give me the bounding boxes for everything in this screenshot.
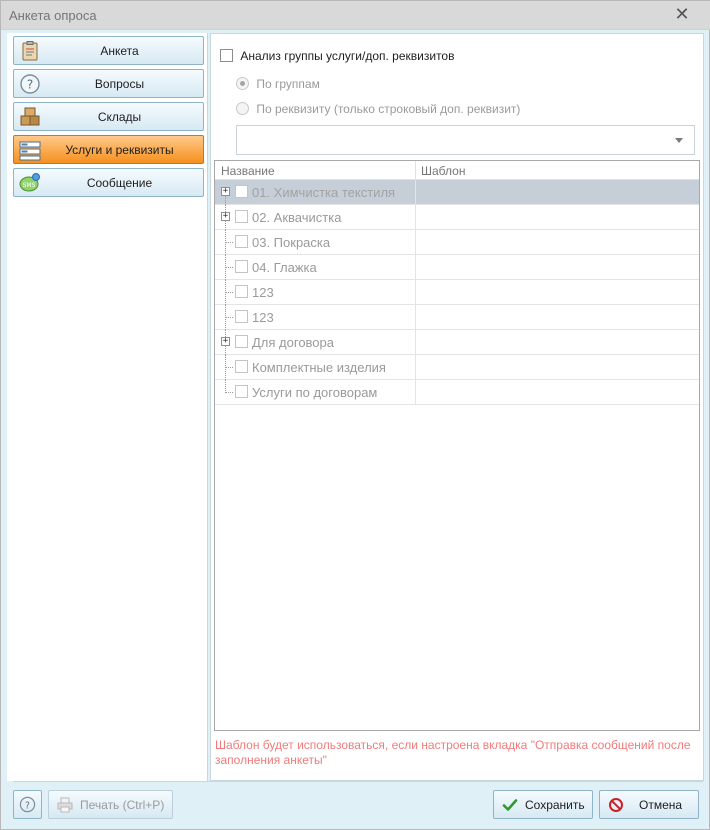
print-button[interactable]: Печать (Ctrl+P)	[48, 790, 173, 819]
survey-dialog: Анкета опроса ✕ Анкета ? Вопросы Склады …	[0, 0, 710, 830]
table-row[interactable]: + 01. Химчистка текстиля	[215, 180, 699, 205]
printer-icon	[57, 797, 73, 813]
expand-icon[interactable]: +	[221, 187, 230, 196]
row-checkbox[interactable]	[235, 285, 248, 298]
row-name: 01. Химчистка текстиля	[252, 185, 396, 200]
row-name: 02. Аквачистка	[252, 210, 342, 225]
analysis-option[interactable]: Анализ группы услуги/доп. реквизитов	[220, 48, 454, 63]
table-row[interactable]: + 02. Аквачистка	[215, 205, 699, 230]
row-name: Для договора	[252, 335, 334, 350]
table-row[interactable]: + Для договора	[215, 330, 699, 355]
svg-text:?: ?	[25, 800, 30, 811]
nav-item-services-attributes[interactable]: Услуги и реквизиты	[13, 135, 204, 164]
radio-by-groups[interactable]: По группам	[236, 76, 320, 91]
footer-divider	[13, 781, 703, 782]
cell-divider	[415, 180, 416, 205]
table-row[interactable]: 123	[215, 305, 699, 330]
table-row[interactable]: Услуги по договорам	[215, 380, 699, 405]
analysis-checkbox[interactable]	[220, 49, 233, 63]
column-divider[interactable]	[415, 161, 416, 180]
nav-item-warehouses[interactable]: Склады	[13, 102, 204, 131]
row-checkbox[interactable]	[235, 185, 248, 198]
row-checkbox[interactable]	[235, 310, 248, 323]
row-checkbox[interactable]	[235, 235, 248, 248]
cell-divider	[415, 205, 416, 230]
row-checkbox[interactable]	[235, 260, 248, 273]
row-name: 04. Глажка	[252, 260, 317, 275]
column-header-name[interactable]: Название	[221, 164, 275, 178]
svg-text:?: ?	[27, 78, 33, 92]
template-hint-note: Шаблон будет использоваться, если настро…	[215, 738, 691, 767]
cell-divider	[415, 230, 416, 255]
tree-line	[225, 292, 233, 293]
row-checkbox[interactable]	[235, 360, 248, 373]
save-label: Сохранить	[525, 798, 585, 812]
cell-divider	[415, 305, 416, 330]
table-row[interactable]: 03. Покраска	[215, 230, 699, 255]
radio-button[interactable]	[236, 77, 249, 91]
attribute-dropdown[interactable]	[236, 125, 695, 155]
radio-label: По реквизиту (только строковый доп. рекв…	[256, 101, 521, 116]
row-name: Комплектные изделия	[252, 360, 386, 375]
row-name: Услуги по договорам	[252, 385, 378, 400]
tree-line	[225, 242, 233, 243]
row-name: 123	[252, 310, 274, 325]
nav-item-label: Услуги и реквизиты	[65, 143, 174, 157]
row-name: 03. Покраска	[252, 235, 331, 250]
question-icon: ?	[20, 74, 40, 94]
cell-divider	[415, 380, 416, 405]
cancel-icon	[609, 798, 623, 812]
grid-header: Название Шаблон	[215, 161, 699, 180]
row-checkbox[interactable]	[235, 385, 248, 398]
window-title: Анкета опроса	[9, 8, 97, 23]
boxes-icon	[20, 107, 40, 126]
cell-divider	[415, 355, 416, 380]
services-tree-grid: Название Шаблон + 01. Химчистка текстиля…	[214, 160, 700, 731]
cell-divider	[415, 330, 416, 355]
tree-line	[225, 267, 233, 268]
analysis-checkbox-label: Анализ группы услуги/доп. реквизитов	[240, 48, 455, 63]
cell-divider	[415, 280, 416, 305]
help-button[interactable]: ?	[13, 790, 42, 819]
row-checkbox[interactable]	[235, 335, 248, 348]
nav-item-questions[interactable]: ? Вопросы	[13, 69, 204, 98]
print-label: Печать (Ctrl+P)	[80, 798, 165, 812]
row-checkbox[interactable]	[235, 210, 248, 223]
services-attributes-panel: Анализ группы услуги/доп. реквизитов По …	[210, 33, 704, 781]
cancel-button[interactable]: Отмена	[599, 790, 699, 819]
table-row[interactable]: 04. Глажка	[215, 255, 699, 280]
left-navigation: Анкета ? Вопросы Склады Услуги и реквизи…	[7, 33, 208, 781]
nav-item-label: Анкета	[100, 44, 139, 58]
checkmark-icon	[502, 799, 518, 811]
title-bar: Анкета опроса ✕	[1, 1, 710, 30]
expand-icon[interactable]: +	[221, 337, 230, 346]
sms-icon: SMS	[19, 173, 40, 192]
clipboard-icon	[22, 41, 38, 61]
svg-text:SMS: SMS	[23, 182, 36, 189]
table-row[interactable]: 123	[215, 280, 699, 305]
nav-item-survey[interactable]: Анкета	[13, 36, 204, 65]
nav-item-label: Вопросы	[94, 77, 145, 91]
list-form-icon	[19, 141, 41, 161]
close-button[interactable]: ✕	[671, 4, 693, 26]
radio-button[interactable]	[236, 102, 249, 116]
save-button[interactable]: Сохранить	[493, 790, 593, 819]
radio-by-attribute[interactable]: По реквизиту (только строковый доп. рекв…	[236, 101, 520, 116]
nav-item-label: Сообщение	[86, 176, 153, 190]
tree-line	[225, 367, 233, 368]
nav-item-message[interactable]: SMS Сообщение	[13, 168, 204, 197]
expand-icon[interactable]: +	[221, 212, 230, 221]
chevron-down-icon[interactable]	[675, 138, 683, 143]
column-header-template[interactable]: Шаблон	[421, 164, 465, 178]
radio-label: По группам	[256, 76, 320, 91]
cell-divider	[415, 255, 416, 280]
tree-line	[225, 392, 233, 393]
cancel-label: Отмена	[639, 798, 683, 812]
nav-item-label: Склады	[97, 110, 142, 124]
tree-line	[225, 317, 233, 318]
row-name: 123	[252, 285, 274, 300]
help-icon: ?	[19, 796, 36, 813]
table-row[interactable]: Комплектные изделия	[215, 355, 699, 380]
